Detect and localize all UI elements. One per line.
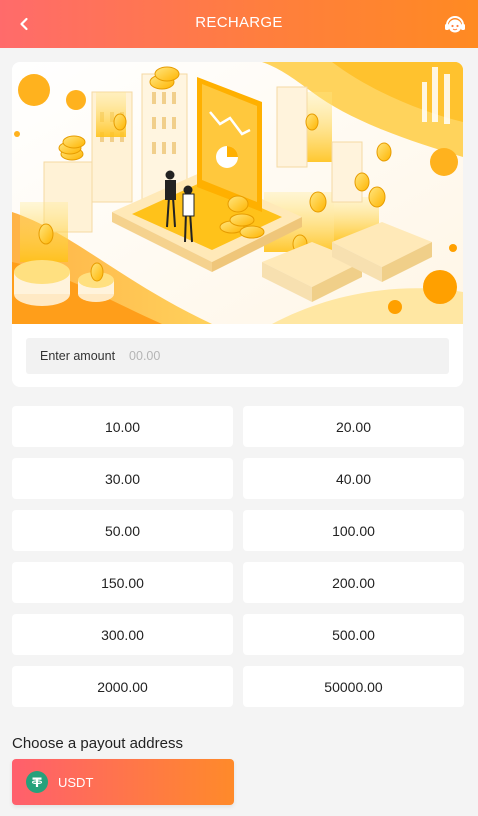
- amount-input[interactable]: [129, 349, 390, 363]
- preset-amount-button[interactable]: 10.00: [12, 406, 233, 447]
- preset-amount-button[interactable]: 500.00: [243, 614, 464, 655]
- preset-amount-button[interactable]: 30.00: [12, 458, 233, 499]
- recharge-card: Enter amount: [12, 62, 463, 387]
- preset-amount-button[interactable]: 300.00: [12, 614, 233, 655]
- amount-label: Enter amount: [40, 349, 116, 363]
- preset-amount-button[interactable]: 2000.00: [12, 666, 233, 707]
- preset-amount-button[interactable]: 100.00: [243, 510, 464, 551]
- banner-illustration: [12, 62, 463, 324]
- preset-amount-button[interactable]: 50000.00: [243, 666, 464, 707]
- preset-amount-grid: 10.00 20.00 30.00 40.00 50.00 100.00 150…: [12, 406, 464, 707]
- customer-service-icon[interactable]: [442, 11, 468, 37]
- payout-section-title: Choose a payout address: [12, 735, 183, 752]
- preset-amount-button[interactable]: 20.00: [243, 406, 464, 447]
- usdt-payout-option[interactable]: USDT: [12, 759, 234, 805]
- tether-icon: [26, 771, 48, 793]
- preset-amount-button[interactable]: 40.00: [243, 458, 464, 499]
- preset-amount-button[interactable]: 150.00: [12, 562, 233, 603]
- app-header: RECHARGE: [0, 0, 478, 48]
- preset-amount-button[interactable]: 200.00: [243, 562, 464, 603]
- page-title: RECHARGE: [195, 14, 283, 31]
- amount-field[interactable]: Enter amount: [26, 338, 449, 374]
- preset-amount-button[interactable]: 50.00: [12, 510, 233, 551]
- usdt-label: USDT: [58, 774, 94, 790]
